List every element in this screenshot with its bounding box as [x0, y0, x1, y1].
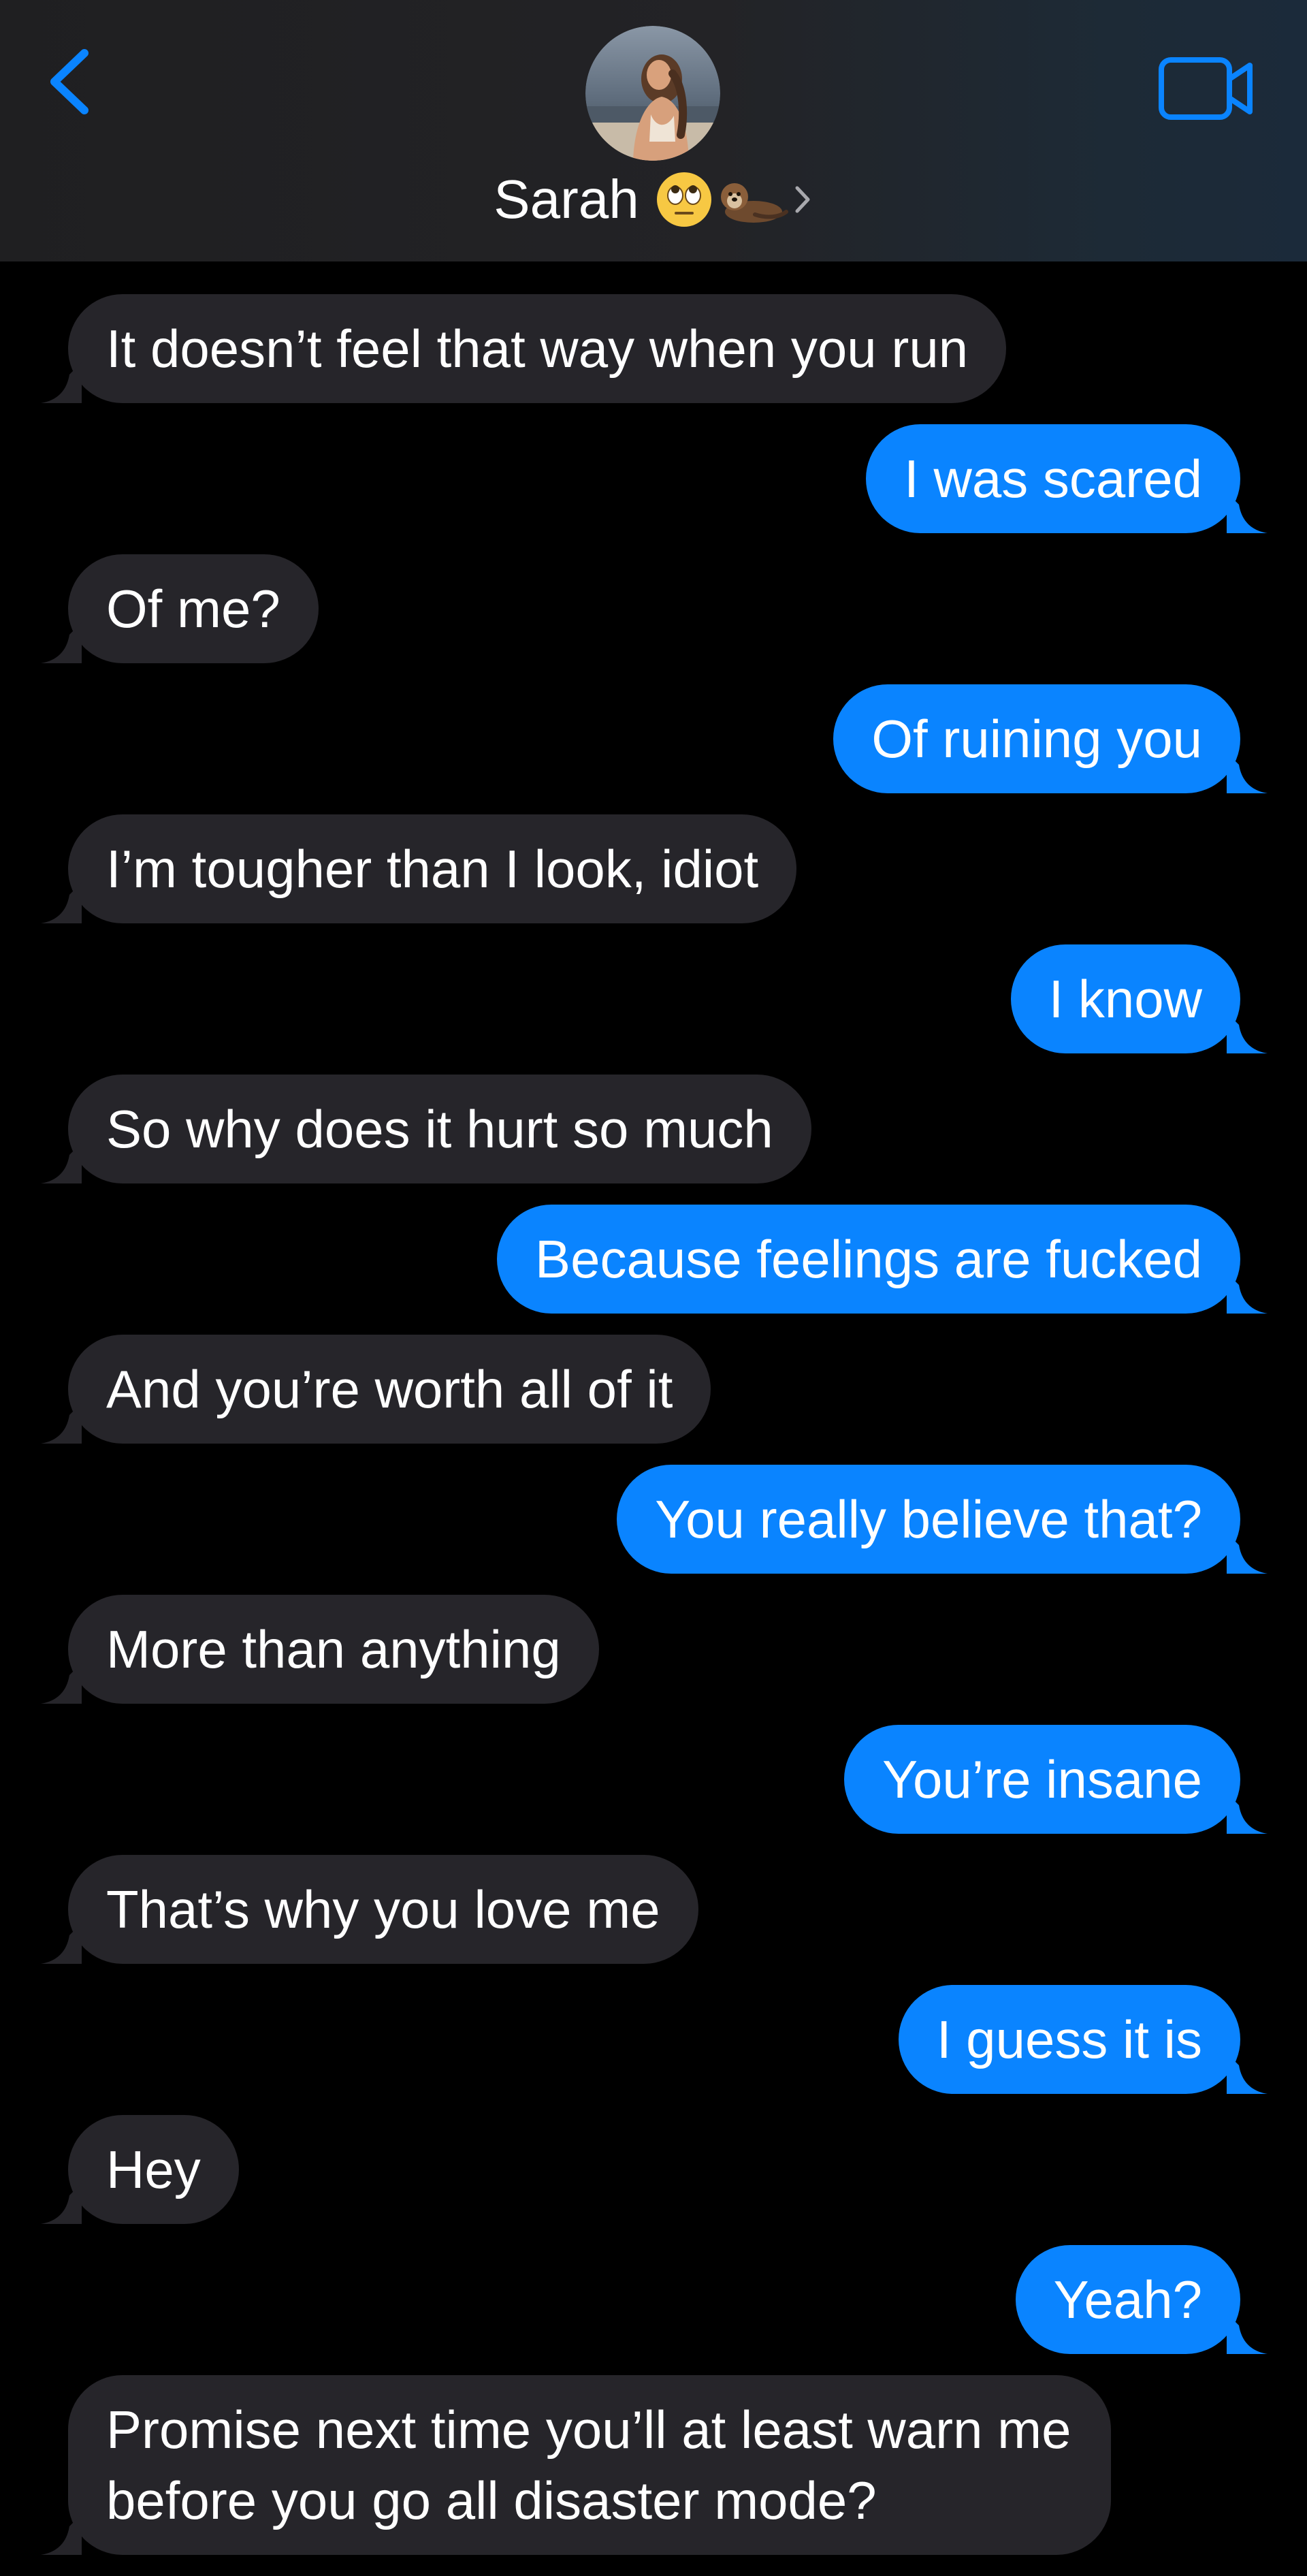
bubble-tail: [1227, 1533, 1268, 1574]
incoming-message-bubble[interactable]: That’s why you love me: [41, 1855, 698, 1964]
message-text: And you’re worth all of it: [106, 1359, 673, 1419]
outgoing-message-bubble[interactable]: Yeah?: [1015, 2245, 1268, 2354]
bubble-tail: [1227, 492, 1268, 533]
incoming-message-row: So why does it hurt so much: [0, 1075, 1307, 1183]
bubble-tail: [41, 362, 82, 403]
incoming-message-bubble[interactable]: More than anything: [41, 1595, 599, 1704]
bubble-tail: [1227, 752, 1268, 793]
bubble-tail: [41, 1663, 82, 1704]
bubble-tail: [1227, 1793, 1268, 1834]
outgoing-message-row: I know: [0, 944, 1307, 1053]
otter-emoji: [720, 183, 788, 223]
contact-emojis: [654, 170, 813, 229]
outgoing-message-row: Because feelings are fucked: [0, 1205, 1307, 1314]
message-text: You’re insane: [882, 1749, 1202, 1809]
outgoing-message-row: I was scared: [0, 424, 1307, 533]
avatar-photo: [585, 26, 720, 161]
chevron-right-icon: [795, 186, 810, 213]
message-text: I’m tougher than I look, idiot: [106, 839, 759, 899]
video-call-button[interactable]: [1157, 56, 1255, 121]
incoming-message-row: And you’re worth all of it: [0, 1335, 1307, 1444]
bubble-tail: [41, 2514, 82, 2555]
bubble-tail: [41, 622, 82, 663]
message-text: You really believe that?: [655, 1489, 1202, 1549]
outgoing-message-row: You’re insane: [0, 1725, 1307, 1834]
message-text: Of ruining you: [871, 709, 1202, 769]
contact-avatar[interactable]: [585, 26, 720, 161]
outgoing-message-row: Of ruining you: [0, 684, 1307, 793]
outgoing-message-bubble[interactable]: Because feelings are fucked: [497, 1205, 1268, 1314]
incoming-message-bubble[interactable]: Of me?: [41, 554, 319, 663]
conversation-header: Sarah: [0, 0, 1307, 261]
video-camera-icon: [1159, 57, 1253, 120]
outgoing-message-row: Yeah?: [0, 2245, 1307, 2354]
incoming-message-row: Hey: [0, 2115, 1307, 2224]
message-text: It doesn’t feel that way when you run: [106, 319, 969, 379]
incoming-message-row: More than anything: [0, 1595, 1307, 1704]
bubble-tail: [1227, 2053, 1268, 2094]
bubble-tail: [1227, 1273, 1268, 1314]
message-text: Yeah?: [1053, 2270, 1202, 2329]
message-text: Hey: [106, 2140, 201, 2199]
contact-name-button[interactable]: Sarah: [0, 162, 1307, 237]
message-text: More than anything: [106, 1619, 561, 1679]
incoming-message-row: Promise next time you’ll at least warn m…: [0, 2375, 1307, 2555]
outgoing-message-bubble[interactable]: Of ruining you: [833, 684, 1268, 793]
message-text: That’s why you love me: [106, 1879, 660, 1939]
bubble-tail: [1227, 2313, 1268, 2354]
bubble-tail: [41, 1923, 82, 1964]
outgoing-message-bubble[interactable]: You’re insane: [844, 1725, 1268, 1834]
message-text: Promise next time you’ll at least warn m…: [106, 2400, 1071, 2530]
incoming-message-bubble[interactable]: And you’re worth all of it: [41, 1335, 711, 1444]
incoming-message-row: Of me?: [0, 554, 1307, 663]
outgoing-message-bubble[interactable]: I was scared: [866, 424, 1268, 533]
incoming-message-bubble[interactable]: So why does it hurt so much: [41, 1075, 811, 1183]
bubble-tail: [41, 2183, 82, 2224]
bubble-tail: [41, 1143, 82, 1183]
outgoing-message-row: You really believe that?: [0, 1465, 1307, 1574]
outgoing-message-bubble[interactable]: I guess it is: [898, 1985, 1268, 2094]
chevron-left-icon: [50, 49, 88, 114]
incoming-message-row: That’s why you love me: [0, 1855, 1307, 1964]
incoming-message-bubble[interactable]: I’m tougher than I look, idiot: [41, 814, 797, 923]
bubble-tail: [41, 882, 82, 923]
face-with-rolling-eyes-emoji: [656, 172, 711, 227]
incoming-message-bubble[interactable]: Promise next time you’ll at least warn m…: [41, 2375, 1111, 2555]
message-text: Because feelings are fucked: [535, 1229, 1202, 1289]
outgoing-message-bubble[interactable]: I know: [1010, 944, 1268, 1053]
message-text: I was scared: [904, 449, 1202, 509]
message-text: So why does it hurt so much: [106, 1099, 773, 1159]
message-text: I guess it is: [936, 2009, 1202, 2069]
outgoing-message-row: I guess it is: [0, 1985, 1307, 2094]
bubble-tail: [1227, 1013, 1268, 1053]
incoming-message-row: I’m tougher than I look, idiot: [0, 814, 1307, 923]
bubble-tail: [41, 1403, 82, 1444]
incoming-message-bubble[interactable]: It doesn’t feel that way when you run: [41, 294, 1007, 403]
incoming-message-bubble[interactable]: Hey: [41, 2115, 239, 2224]
message-text: Of me?: [106, 579, 280, 639]
back-button[interactable]: [42, 42, 97, 124]
outgoing-message-bubble[interactable]: You really believe that?: [617, 1465, 1268, 1574]
incoming-message-row: It doesn’t feel that way when you run: [0, 294, 1307, 403]
contact-name: Sarah: [494, 169, 639, 229]
message-thread[interactable]: It doesn’t feel that way when you run I w…: [0, 294, 1307, 2576]
message-text: I know: [1048, 969, 1202, 1029]
